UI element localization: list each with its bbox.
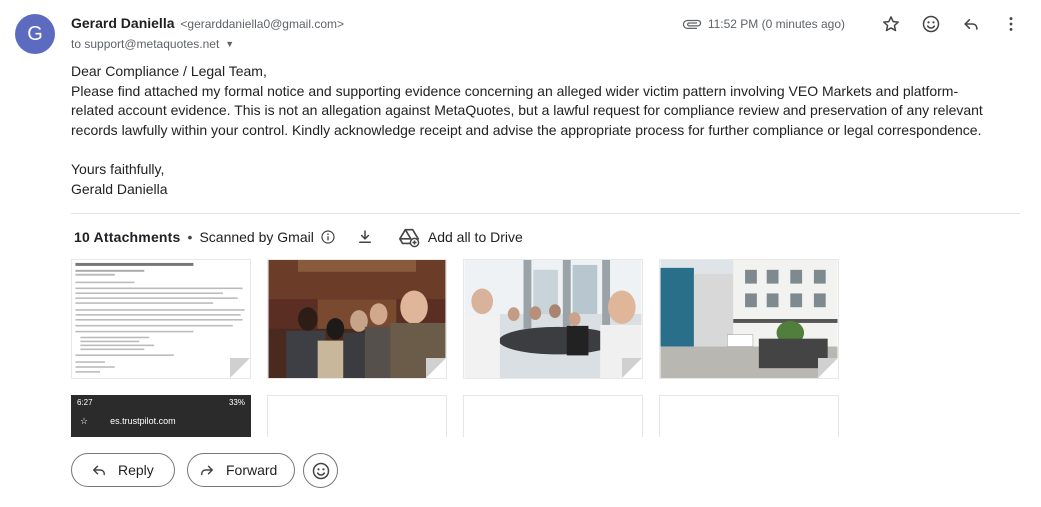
- reply-button[interactable]: Reply: [71, 453, 175, 487]
- timestamp: 11:52 PM (0 minutes ago): [707, 17, 845, 31]
- reply-icon: [93, 465, 105, 476]
- reply-label: Reply: [118, 462, 154, 478]
- attachment-thumbnail-photo[interactable]: [659, 259, 839, 379]
- page-fold: [230, 358, 250, 378]
- sender-email[interactable]: <gerarddaniella0@gmail.com>: [180, 17, 344, 31]
- message-body: Dear Compliance / Legal Team, Please fin…: [71, 62, 996, 200]
- photo-preview: [464, 260, 642, 378]
- more-vert-icon[interactable]: [999, 12, 1023, 36]
- attachment-thumbnail[interactable]: [267, 395, 447, 437]
- attachment-thumbnail-document[interactable]: [71, 259, 251, 379]
- paperclip-icon: [682, 19, 701, 29]
- add-all-to-drive-label: Add all to Drive: [427, 229, 523, 245]
- download-all-icon[interactable]: [356, 228, 374, 246]
- phone-time: 6:27: [77, 398, 93, 407]
- divider: [71, 213, 1020, 214]
- chevron-down-icon[interactable]: ▼: [225, 39, 234, 49]
- star-icon: ☆: [80, 415, 89, 426]
- phone-status-bar: 6:27 33%: [72, 396, 250, 408]
- photo-preview: [268, 260, 446, 378]
- attachment-thumbnail-photo[interactable]: [267, 259, 447, 379]
- reply-icon[interactable]: [959, 12, 983, 36]
- attachment-thumbnail[interactable]: [659, 395, 839, 437]
- sender-name[interactable]: Gerard Daniella: [71, 15, 175, 31]
- phone-battery: 33%: [228, 398, 245, 407]
- forward-button[interactable]: Forward: [187, 453, 295, 487]
- recipient-line[interactable]: to support@metaquotes.net ▼: [71, 37, 234, 51]
- attachment-thumbnail-photo[interactable]: [463, 259, 643, 379]
- message-header-actions: 11:52 PM (0 minutes ago): [682, 12, 1023, 36]
- avatar[interactable]: G: [15, 14, 55, 54]
- forward-label: Forward: [226, 462, 278, 478]
- attachments-count: 10 Attachments: [74, 229, 181, 245]
- emoji-icon[interactable]: [919, 12, 943, 36]
- emoji-reaction-button[interactable]: [303, 453, 338, 488]
- document-preview: [72, 260, 250, 378]
- scanned-label: Scanned by Gmail: [199, 229, 314, 245]
- forward-icon: [201, 465, 213, 476]
- greeting: Dear Compliance / Legal Team,: [71, 63, 267, 79]
- recipient-text: to support@metaquotes.net: [71, 37, 220, 51]
- drive-add-icon: [398, 228, 420, 248]
- photo-preview: [660, 260, 838, 378]
- attachments-header: 10 Attachments • Scanned by Gmail Add al…: [74, 226, 523, 248]
- star-icon[interactable]: [879, 12, 903, 36]
- page-fold: [818, 358, 838, 378]
- body-paragraph: Please find attached my formal notice an…: [71, 82, 983, 138]
- page-fold: [426, 358, 446, 378]
- phone-url-bar: ☆ es.trustpilot.com: [80, 411, 242, 431]
- signoff: Yours faithfully,: [71, 161, 165, 178]
- page-fold: [622, 358, 642, 378]
- phone-url: es.trustpilot.com: [110, 416, 176, 426]
- separator: •: [187, 229, 193, 245]
- sender-line: Gerard Daniella <gerarddaniella0@gmail.c…: [71, 15, 344, 31]
- emoji-icon: [312, 462, 329, 479]
- signature: Gerald Daniella: [71, 180, 168, 197]
- add-all-to-drive-button[interactable]: Add all to Drive: [398, 226, 523, 248]
- info-icon[interactable]: [320, 229, 336, 245]
- attachment-thumbnail[interactable]: [463, 395, 643, 437]
- attachment-thumbnail-screenshot[interactable]: 6:27 33% ☆ es.trustpilot.com: [71, 395, 251, 437]
